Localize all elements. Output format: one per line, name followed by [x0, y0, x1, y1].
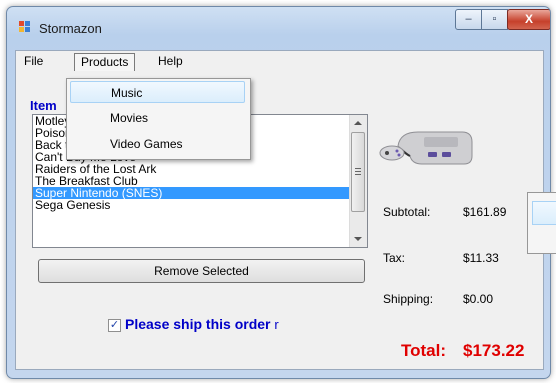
tax-label: Tax: — [383, 251, 406, 265]
total-value: $173.22 — [463, 341, 525, 360]
close-button[interactable]: X — [507, 9, 550, 30]
menu-products[interactable]: Products — [74, 53, 136, 71]
subtotal-value: $161.89 — [463, 205, 507, 219]
tax-value: $11.33 — [463, 251, 499, 265]
popup-highlighted-item[interactable] — [532, 201, 556, 225]
total-label: Total: — [401, 341, 447, 360]
menu-item-video-games[interactable]: Video Games — [70, 133, 245, 155]
minimize-button[interactable]: – — [455, 9, 482, 30]
grip-line — [355, 168, 361, 169]
subtotal-label: Subtotal: — [383, 205, 431, 219]
items-label: Item — [30, 98, 57, 113]
ship-order-checkbox[interactable]: ✓ — [108, 319, 121, 332]
shipping-label: Shipping: — [383, 292, 434, 306]
ship-order-label: Please ship this order r — [125, 316, 279, 332]
snes-console-icon — [379, 131, 473, 165]
scroll-thumb[interactable] — [351, 132, 365, 212]
grip-line — [355, 171, 361, 172]
grip-line — [355, 174, 361, 175]
products-dropdown: Music Movies Video Games — [66, 78, 251, 160]
remove-selected-button[interactable]: Remove Selected — [38, 259, 365, 283]
ship-order-text: Please ship this order — [125, 316, 271, 332]
scroll-down-icon[interactable] — [354, 237, 362, 241]
menu-item-music[interactable]: Music — [70, 81, 245, 103]
list-item[interactable]: Sega Genesis — [33, 199, 367, 211]
menu-file[interactable]: File — [18, 53, 49, 70]
menu-help[interactable]: Help — [152, 53, 189, 70]
maximize-button[interactable]: ▫ — [481, 9, 508, 30]
menu-bar: File Products Help — [16, 51, 543, 73]
scroll-up-icon[interactable] — [354, 121, 362, 125]
window-title: Stormazon — [39, 21, 102, 36]
app-window-icon — [19, 21, 31, 33]
list-scrollbar[interactable] — [349, 115, 367, 247]
ship-order-trail: r — [274, 317, 279, 332]
shipping-value: $0.00 — [463, 292, 494, 306]
context-popup — [527, 192, 556, 254]
menu-item-movies[interactable]: Movies — [70, 107, 245, 129]
